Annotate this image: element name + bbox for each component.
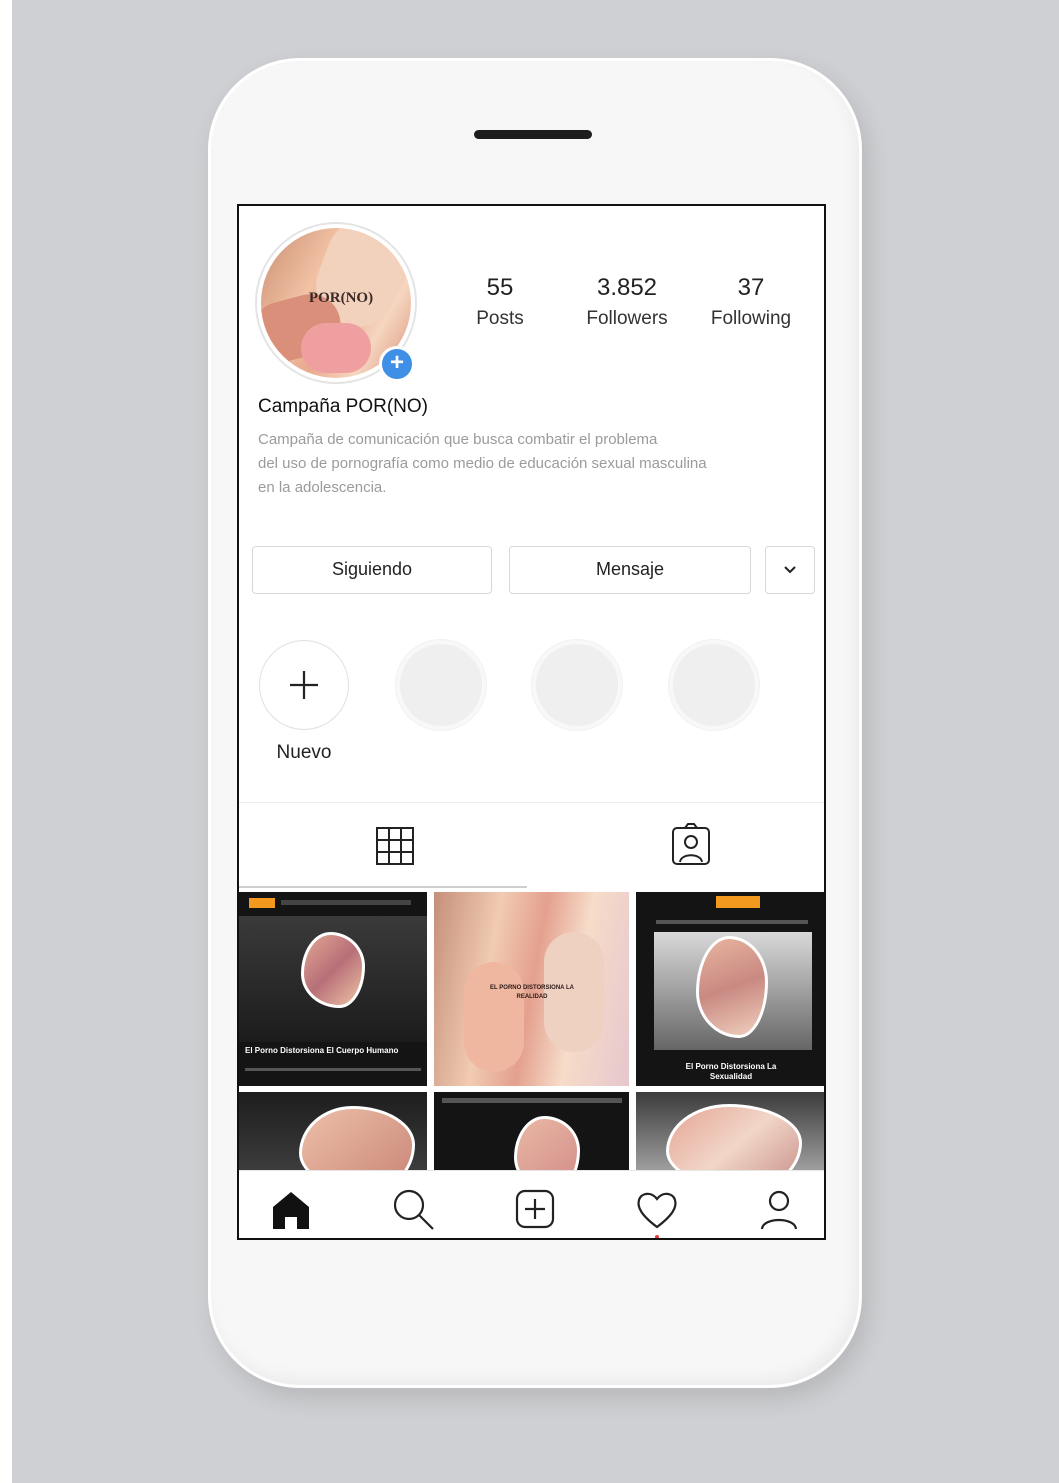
new-highlight-label: Nuevo (276, 742, 332, 763)
chevron-down-icon (784, 566, 796, 574)
add-post-icon (515, 1189, 555, 1229)
tabs-divider (239, 802, 824, 803)
highlight-placeholder[interactable] (396, 640, 486, 730)
bio-line: en la adolescencia. (258, 479, 387, 496)
add-story-icon[interactable]: + (379, 346, 415, 382)
bio-line: del uso de pornografía como medio de edu… (258, 455, 707, 472)
posts-count: 55 (486, 274, 514, 301)
post-tile[interactable] (636, 1092, 824, 1170)
following-button[interactable]: Siguiendo (252, 546, 492, 594)
post-tile[interactable] (239, 1092, 427, 1170)
active-tab-indicator (239, 886, 527, 888)
grid-icon (376, 827, 414, 865)
activity-heart-icon (637, 1192, 677, 1229)
app-screen: POR(NO) + 55 Posts 3.852 Followers 37 Fo… (237, 204, 826, 1240)
post-caption: EL PORNO DISTORSIONA LA REALIDAD (490, 985, 574, 1000)
new-highlight-button[interactable] (259, 640, 349, 730)
post-tile[interactable]: El Porno Distorsiona La Sexualidad (636, 892, 824, 1086)
post-tile[interactable]: EL PORNO DISTORSIONA LA REALIDAD (434, 892, 629, 1086)
nav-home[interactable] (267, 1185, 315, 1233)
nav-add-post[interactable] (511, 1185, 559, 1233)
profile-icon (760, 1190, 798, 1230)
highlight-placeholder[interactable] (669, 640, 759, 730)
phone-speaker (474, 130, 592, 139)
posts-label: Posts (476, 308, 524, 329)
post-tile[interactable]: El Porno Distorsiona El Cuerpo Humano (239, 892, 427, 1086)
post-caption: El Porno Distorsiona El Cuerpo Humano (245, 1046, 399, 1055)
nav-activity[interactable] (633, 1185, 681, 1238)
nav-profile[interactable] (755, 1185, 803, 1233)
stat-followers[interactable]: 3.852 Followers (577, 274, 677, 330)
tab-tagged[interactable] (661, 816, 721, 876)
followers-label: Followers (586, 308, 668, 329)
following-count: 37 (737, 274, 765, 301)
nav-search[interactable] (389, 1185, 437, 1233)
suggestions-button[interactable] (765, 546, 815, 594)
following-label: Following (710, 308, 792, 329)
highlight-placeholder[interactable] (532, 640, 622, 730)
home-icon (273, 1192, 309, 1229)
stat-following[interactable]: 37 Following (701, 274, 801, 330)
notification-dot (655, 1235, 659, 1238)
post-caption: El Porno Distorsiona La Sexualidad (685, 1062, 777, 1081)
search-icon (393, 1189, 434, 1230)
profile-bio: Campaña de comunicación que busca combat… (258, 428, 778, 500)
tagged-icon (672, 823, 710, 865)
post-tile[interactable] (434, 1092, 629, 1170)
avatar-logo-text: POR(NO) (308, 290, 374, 306)
bottom-navigation (239, 1170, 824, 1238)
followers-count: 3.852 (596, 274, 658, 301)
profile-name: Campaña POR(NO) (258, 396, 428, 417)
message-button[interactable]: Mensaje (509, 546, 751, 594)
plus-icon (290, 671, 318, 699)
stat-posts[interactable]: 55 Posts (465, 274, 535, 330)
bio-line: Campaña de comunicación que busca combat… (258, 431, 658, 448)
tab-grid[interactable] (365, 816, 425, 876)
